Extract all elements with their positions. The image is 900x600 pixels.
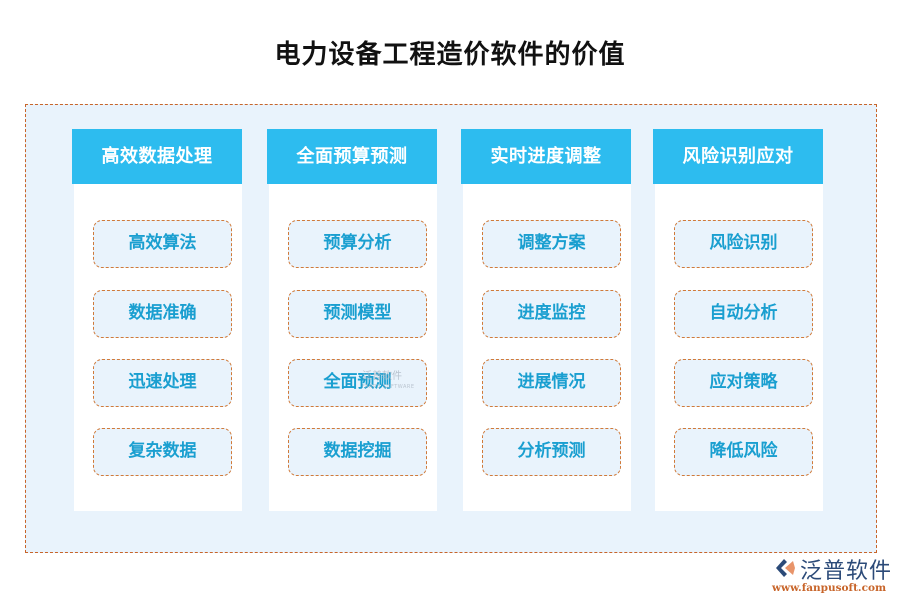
item-pill[interactable]: 自动分析 [674,290,813,338]
column-risk-response: 风险识别应对 风险识别 自动分析 应对策略 降低风险 [653,129,823,511]
item-pill[interactable]: 预算分析 [288,220,427,268]
item-pill[interactable]: 调整方案 [482,220,621,268]
item-pill[interactable]: 分析预测 [482,428,621,476]
watermark-subtext: FANPU SOFTWARE [362,384,415,390]
column-efficient-data-processing: 高效数据处理 高效算法 数据准确 迅速处理 复杂数据 [72,129,242,511]
column-body: 风险识别 自动分析 应对策略 降低风险 [655,184,823,511]
column-header: 风险识别应对 [653,129,823,184]
item-pill[interactable]: 数据准确 [93,290,232,338]
column-header: 全面预算预测 [267,129,437,184]
item-pill[interactable]: 预测模型 [288,290,427,338]
item-pill[interactable]: 进展情况 [482,359,621,407]
column-header: 实时进度调整 [461,129,631,184]
brand-logo: 泛普软件 www.fanpusoft.com [770,553,895,598]
item-pill[interactable]: 复杂数据 [93,428,232,476]
logo-name: 泛普软件 [800,559,893,584]
item-pill[interactable]: 迅速处理 [93,359,232,407]
column-header: 高效数据处理 [72,129,242,184]
column-budget-forecast: 全面预算预测 预算分析 预测模型 全面预测 数据挖掘 [267,129,437,511]
item-pill[interactable]: 风险识别 [674,220,813,268]
column-progress-adjustment: 实时进度调整 调整方案 进度监控 进展情况 分析预测 [461,129,631,511]
logo-url: www.fanpusoft.com [772,582,887,594]
item-pill[interactable]: 应对策略 [674,359,813,407]
item-pill[interactable]: 数据挖掘 [288,428,427,476]
item-pill[interactable]: 进度监控 [482,290,621,338]
item-pill[interactable]: 降低风险 [674,428,813,476]
watermark: 泛普软件 FANPU SOFTWARE [362,372,415,392]
fanpu-logo-icon [776,559,795,577]
column-body: 调整方案 进度监控 进展情况 分析预测 [463,184,631,511]
column-body: 高效算法 数据准确 迅速处理 复杂数据 [74,184,242,511]
watermark-text: 泛普软件 [362,371,402,382]
column-body: 预算分析 预测模型 全面预测 数据挖掘 [269,184,437,511]
page-title: 电力设备工程造价软件的价值 [274,40,626,70]
item-pill[interactable]: 高效算法 [93,220,232,268]
